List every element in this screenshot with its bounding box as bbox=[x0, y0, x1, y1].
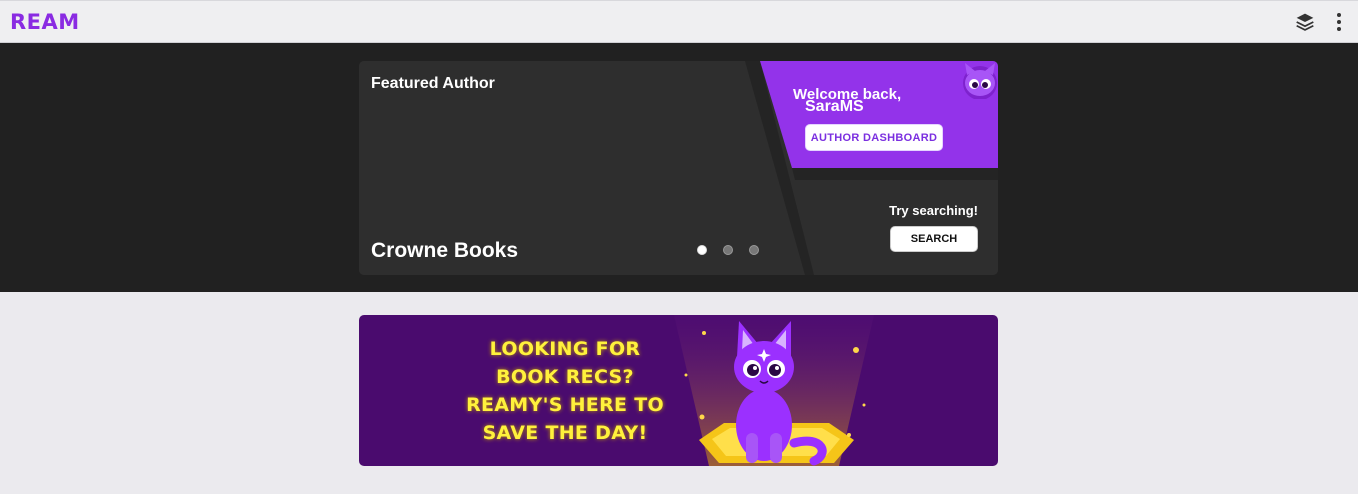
top-app-bar: REAM bbox=[0, 0, 1358, 43]
app-logo[interactable]: REAM bbox=[10, 10, 80, 34]
hero-section: Featured Author Crowne Books Welcome bac… bbox=[0, 43, 1358, 292]
author-dashboard-button[interactable]: AUTHOR DASHBOARD bbox=[805, 124, 943, 151]
welcome-username: SaraMS bbox=[805, 98, 864, 115]
banner-line: BOOK RECS? bbox=[496, 366, 634, 388]
featured-author-name[interactable]: Crowne Books bbox=[371, 239, 518, 263]
content-section-start bbox=[366, 488, 386, 494]
reamy-cat-illustration bbox=[674, 315, 874, 466]
top-actions bbox=[1294, 11, 1350, 33]
banner-text: LOOKING FOR BOOK RECS? REAMY'S HERE TO S… bbox=[465, 335, 665, 447]
carousel-dot-1[interactable] bbox=[697, 245, 707, 255]
featured-title: Featured Author bbox=[371, 75, 495, 92]
search-button[interactable]: SEARCH bbox=[890, 226, 978, 252]
carousel-dot-2[interactable] bbox=[723, 245, 733, 255]
carousel-indicators bbox=[697, 245, 759, 255]
layers-icon[interactable] bbox=[1294, 11, 1316, 33]
banner-line: SAVE THE DAY! bbox=[482, 422, 648, 444]
banner-line: REAMY'S HERE TO bbox=[466, 394, 664, 416]
banner-line: LOOKING FOR bbox=[489, 338, 641, 360]
carousel-dot-3[interactable] bbox=[749, 245, 759, 255]
cat-avatar-icon[interactable] bbox=[958, 63, 998, 99]
featured-card: Featured Author Crowne Books Welcome bac… bbox=[359, 61, 998, 275]
search-prompt: Try searching! bbox=[889, 203, 978, 218]
book-recs-banner[interactable]: LOOKING FOR BOOK RECS? REAMY'S HERE TO S… bbox=[359, 315, 998, 466]
more-vertical-icon[interactable] bbox=[1328, 11, 1350, 33]
